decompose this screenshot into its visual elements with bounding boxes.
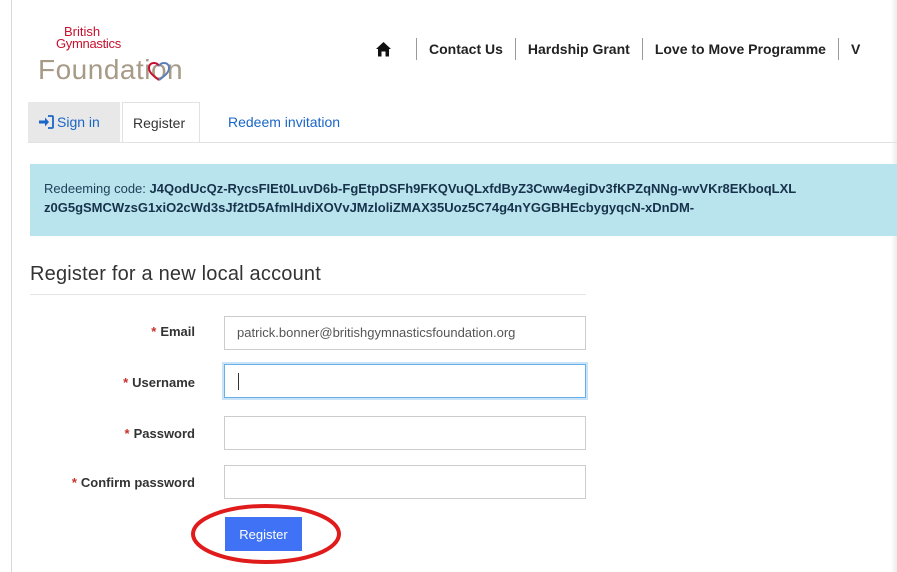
nav-link-hardship-grant[interactable]: Hardship Grant: [528, 41, 630, 57]
alert-prefix: Redeeming code:: [44, 181, 150, 196]
logo-text-gymnastics: Gymnastics: [56, 36, 121, 51]
redeem-code-alert: Redeeming code: J4QodUcQz-RycsFIEt0LuvD6…: [30, 164, 897, 236]
auth-tabs: Sign in Register Redeem invitation: [28, 102, 897, 143]
password-label-text: Password: [133, 426, 195, 441]
sign-in-icon: [39, 115, 54, 129]
tab-redeem-invitation[interactable]: Redeem invitation: [218, 102, 358, 142]
username-field[interactable]: [224, 364, 586, 398]
password-label: * Password: [0, 426, 195, 441]
required-asterisk: *: [151, 324, 157, 339]
nav-link-love-to-move[interactable]: Love to Move Programme: [655, 41, 826, 57]
redeem-code-part-2: z0G5gSMCWzsG1xiO2cWd3sJf2tD5AfmlHdiXOVvJ…: [44, 200, 695, 215]
tabs-divider: [28, 142, 897, 143]
required-asterisk: *: [123, 375, 129, 390]
tab-sign-in-label: Sign in: [57, 114, 100, 130]
email-field[interactable]: patrick.bonner@britishgymnasticsfoundati…: [224, 316, 586, 350]
tab-sign-in[interactable]: Sign in: [28, 102, 120, 142]
email-label-text: Email: [160, 324, 195, 339]
top-navigation: Contact Us Hardship Grant Love to Move P…: [375, 38, 860, 60]
nav-separator: [514, 38, 516, 60]
nav-link-truncated[interactable]: V: [851, 41, 860, 57]
alert-line-2: z0G5gSMCWzsG1xiO2cWd3sJf2tD5AfmlHdiXOVvJ…: [44, 198, 886, 217]
tab-register[interactable]: Register: [122, 102, 200, 143]
required-asterisk: *: [124, 426, 130, 441]
nav-separator: [641, 38, 643, 60]
redeem-code-part-1: J4QodUcQz-RycsFIEt0LuvD6b-FgEtpDSFh9FKQV…: [149, 181, 797, 196]
right-shadow: [891, 0, 897, 572]
username-label: * Username: [0, 375, 195, 390]
heart-icon: [148, 62, 170, 81]
heading-divider: [30, 294, 586, 295]
confirm-password-label-text: Confirm password: [80, 475, 195, 490]
page-title: Register for a new local account: [30, 263, 321, 285]
alert-line-1: Redeeming code: J4QodUcQz-RycsFIEt0LuvD6…: [44, 179, 886, 198]
site-logo[interactable]: British Gymnastics Foundation: [38, 24, 188, 94]
nav-separator: [416, 38, 417, 60]
text-caret: [238, 373, 239, 390]
email-label: * Email: [0, 324, 195, 339]
nav-separator: [837, 38, 839, 60]
page: British Gymnastics Foundation Contact Us…: [0, 0, 897, 572]
confirm-password-label: * Confirm password: [0, 475, 195, 490]
highlight-ellipse: [191, 504, 341, 564]
nav-link-contact-us[interactable]: Contact Us: [429, 41, 503, 57]
confirm-password-field[interactable]: [224, 465, 586, 499]
home-icon[interactable]: [375, 41, 392, 58]
required-asterisk: *: [71, 475, 77, 490]
password-field[interactable]: [224, 416, 586, 450]
username-label-text: Username: [132, 375, 195, 390]
